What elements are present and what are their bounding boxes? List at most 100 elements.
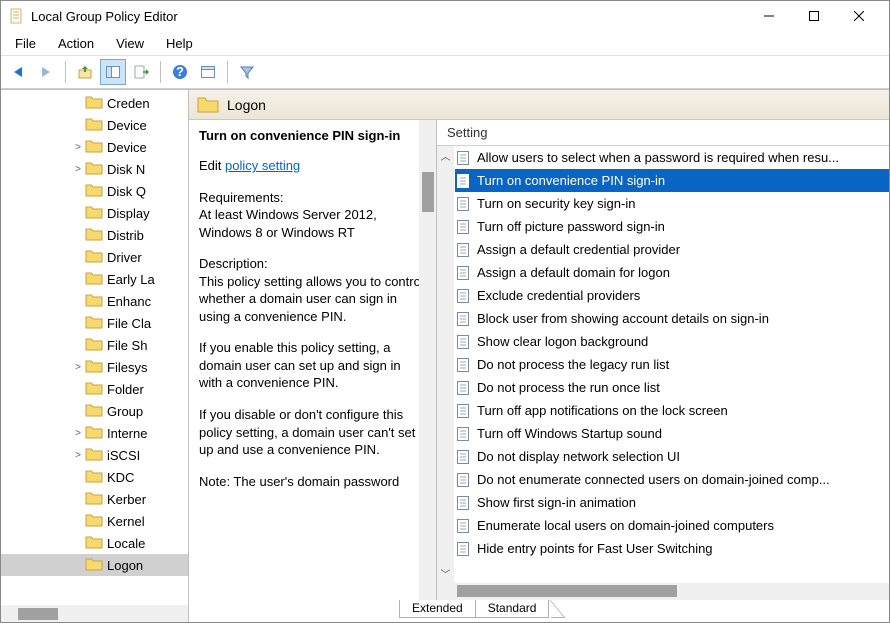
policy-icon xyxy=(455,426,471,442)
folder-icon xyxy=(85,337,103,353)
setting-label: Turn off Windows Startup sound xyxy=(477,426,662,441)
setting-row[interactable]: Do not display network selection UI xyxy=(455,445,889,468)
tree-item-label: Enhanc xyxy=(107,294,151,309)
maximize-button[interactable] xyxy=(791,2,836,30)
folder-header: Logon xyxy=(189,90,889,120)
expand-icon[interactable]: > xyxy=(71,362,85,373)
setting-row[interactable]: Assign a default credential provider xyxy=(455,238,889,261)
tree-item-label: Kerber xyxy=(107,492,146,507)
edit-line: Edit policy setting xyxy=(199,157,426,175)
setting-row[interactable]: Allow users to select when a password is… xyxy=(455,146,889,169)
setting-row[interactable]: Turn off Windows Startup sound xyxy=(455,422,889,445)
column-header-setting[interactable]: Setting xyxy=(437,120,889,146)
tree-item[interactable]: Kernel xyxy=(1,510,188,532)
list-horizontal-scrollbar[interactable] xyxy=(437,583,889,600)
tree-item[interactable]: >iSCSI xyxy=(1,444,188,466)
menu-file[interactable]: File xyxy=(5,34,46,53)
tab-extended[interactable]: Extended xyxy=(399,600,476,618)
tree-horizontal-scrollbar[interactable] xyxy=(1,605,188,622)
menu-help[interactable]: Help xyxy=(156,34,203,53)
tree-item-label: Logon xyxy=(107,558,143,573)
folder-icon xyxy=(85,381,103,397)
setting-row[interactable]: Do not process the legacy run list xyxy=(455,353,889,376)
show-hide-tree-button[interactable] xyxy=(100,59,126,85)
tree-item[interactable]: >Interne xyxy=(1,422,188,444)
setting-row[interactable]: Enumerate local users on domain-joined c… xyxy=(455,514,889,537)
tree-item[interactable]: Disk Q xyxy=(1,180,188,202)
expand-icon[interactable]: > xyxy=(71,450,85,461)
tree-item[interactable]: Distrib xyxy=(1,224,188,246)
menu-action[interactable]: Action xyxy=(48,34,104,53)
tree-item[interactable]: KDC xyxy=(1,466,188,488)
tree-item[interactable]: Device xyxy=(1,114,188,136)
toolbar-divider xyxy=(65,61,66,83)
setting-row[interactable]: Assign a default domain for logon xyxy=(455,261,889,284)
tree-item[interactable]: Display xyxy=(1,202,188,224)
setting-row[interactable]: Turn on security key sign-in xyxy=(455,192,889,215)
folder-icon xyxy=(85,513,103,529)
folder-icon xyxy=(85,139,103,155)
policy-icon xyxy=(455,173,471,189)
back-button[interactable] xyxy=(5,59,31,85)
tree-item-label: KDC xyxy=(107,470,134,485)
tree-item[interactable]: Kerber xyxy=(1,488,188,510)
tree-item[interactable]: >Device xyxy=(1,136,188,158)
description-label: Description: xyxy=(199,256,268,271)
window-title: Local Group Policy Editor xyxy=(31,9,746,24)
titlebar: Local Group Policy Editor xyxy=(1,1,889,31)
minimize-button[interactable] xyxy=(746,2,791,30)
export-button[interactable] xyxy=(128,59,154,85)
folder-icon xyxy=(85,447,103,463)
policy-icon xyxy=(455,449,471,465)
tree-item[interactable]: File Cla xyxy=(1,312,188,334)
setting-row[interactable]: Turn on convenience PIN sign-in xyxy=(455,169,889,192)
expand-icon[interactable]: > xyxy=(71,142,85,153)
view-tabs: Extended Standard xyxy=(189,600,889,622)
requirements-label: Requirements: xyxy=(199,190,284,205)
tree-item[interactable]: Folder xyxy=(1,378,188,400)
setting-row[interactable]: Exclude credential providers xyxy=(455,284,889,307)
setting-row[interactable]: Block user from showing account details … xyxy=(455,307,889,330)
setting-row[interactable]: Turn off app notifications on the lock s… xyxy=(455,399,889,422)
tree-item[interactable]: Enhanc xyxy=(1,290,188,312)
description-p4: Note: The user's domain password xyxy=(199,473,426,491)
setting-label: Enumerate local users on domain-joined c… xyxy=(477,518,774,533)
menu-view[interactable]: View xyxy=(106,34,154,53)
tree-item[interactable]: Early La xyxy=(1,268,188,290)
policy-icon xyxy=(455,380,471,396)
folder-icon xyxy=(85,249,103,265)
setting-row[interactable]: Turn off picture password sign-in xyxy=(455,215,889,238)
setting-label: Show clear logon background xyxy=(477,334,648,349)
expand-icon[interactable]: > xyxy=(71,428,85,439)
filter-button[interactable] xyxy=(234,59,260,85)
tree-item[interactable]: File Sh xyxy=(1,334,188,356)
setting-label: Do not enumerate connected users on doma… xyxy=(477,472,830,487)
tree-item[interactable]: Locale xyxy=(1,532,188,554)
setting-label: Turn on security key sign-in xyxy=(477,196,635,211)
setting-label: Do not display network selection UI xyxy=(477,449,680,464)
edit-policy-link[interactable]: policy setting xyxy=(225,158,300,173)
forward-button[interactable] xyxy=(33,59,59,85)
setting-row[interactable]: Show clear logon background xyxy=(455,330,889,353)
tree-item[interactable]: Group xyxy=(1,400,188,422)
expand-icon[interactable]: > xyxy=(71,164,85,175)
policy-icon xyxy=(455,541,471,557)
tree-item-label: Early La xyxy=(107,272,155,287)
properties-button[interactable] xyxy=(195,59,221,85)
setting-row[interactable]: Do not process the run once list xyxy=(455,376,889,399)
policy-icon xyxy=(455,472,471,488)
setting-row[interactable]: Do not enumerate connected users on doma… xyxy=(455,468,889,491)
tree-item[interactable]: >Disk N xyxy=(1,158,188,180)
help-button[interactable]: ? xyxy=(167,59,193,85)
up-button[interactable] xyxy=(72,59,98,85)
tree-item[interactable]: Logon xyxy=(1,554,188,576)
policy-icon xyxy=(455,265,471,281)
close-button[interactable] xyxy=(836,2,881,30)
setting-row[interactable]: Hide entry points for Fast User Switchin… xyxy=(455,537,889,560)
tree-item[interactable]: Creden xyxy=(1,92,188,114)
setting-label: Show first sign-in animation xyxy=(477,495,636,510)
tree-item[interactable]: >Filesys xyxy=(1,356,188,378)
detail-vertical-scrollbar[interactable] xyxy=(419,120,436,600)
setting-row[interactable]: Show first sign-in animation xyxy=(455,491,889,514)
tree-item[interactable]: Driver xyxy=(1,246,188,268)
